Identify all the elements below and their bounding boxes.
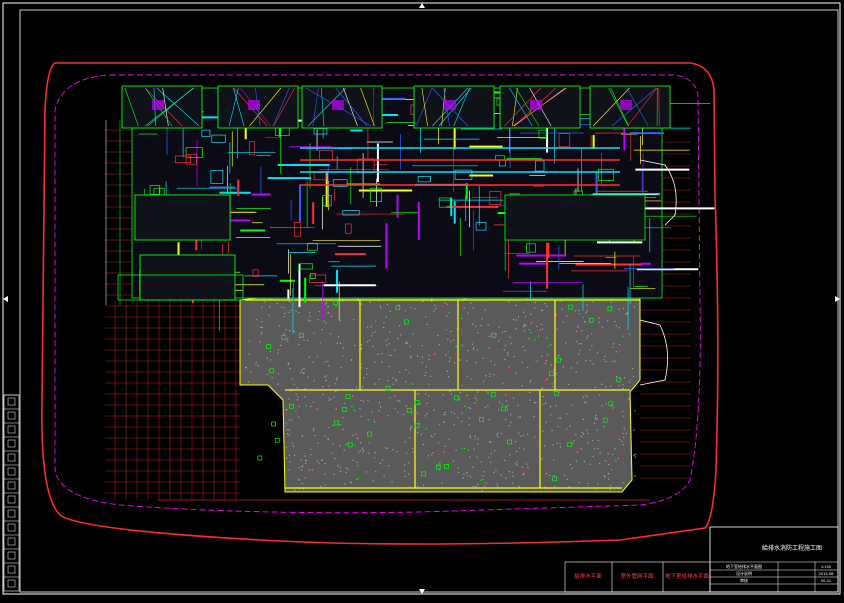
stamp-2: 室外管网平面 [620,572,654,580]
building-plan [118,86,714,492]
drawing-canvas: 給排水消防工程施工图 給排水平面 室外管网平面 地下室给排水平面 地下室给排水平… [0,0,844,599]
tb-small-2: 2015.08 [819,572,835,576]
tb-row-3: 审核 [740,577,748,583]
left-binding-strip [4,395,19,591]
tb-row-1: 地下室给排水平面图 [726,563,762,569]
cad-drawing: 給排水消防工程施工图 給排水平面 室外管网平面 地下室给排水平面 地下室给排水平… [0,0,844,599]
stamp-3: 地下室给排水平面 [665,572,710,580]
tb-row-2: 设计说明 [736,570,752,576]
tb-small-1: 1:100 [821,565,832,569]
tb-small-3: SS-01 [821,579,831,583]
stamp-1: 給排水平面 [574,572,602,580]
title-block: 給排水消防工程施工图 給排水平面 室外管网平面 地下室给排水平面 地下室给排水平… [565,527,838,592]
title-main: 給排水消防工程施工图 [762,544,822,552]
